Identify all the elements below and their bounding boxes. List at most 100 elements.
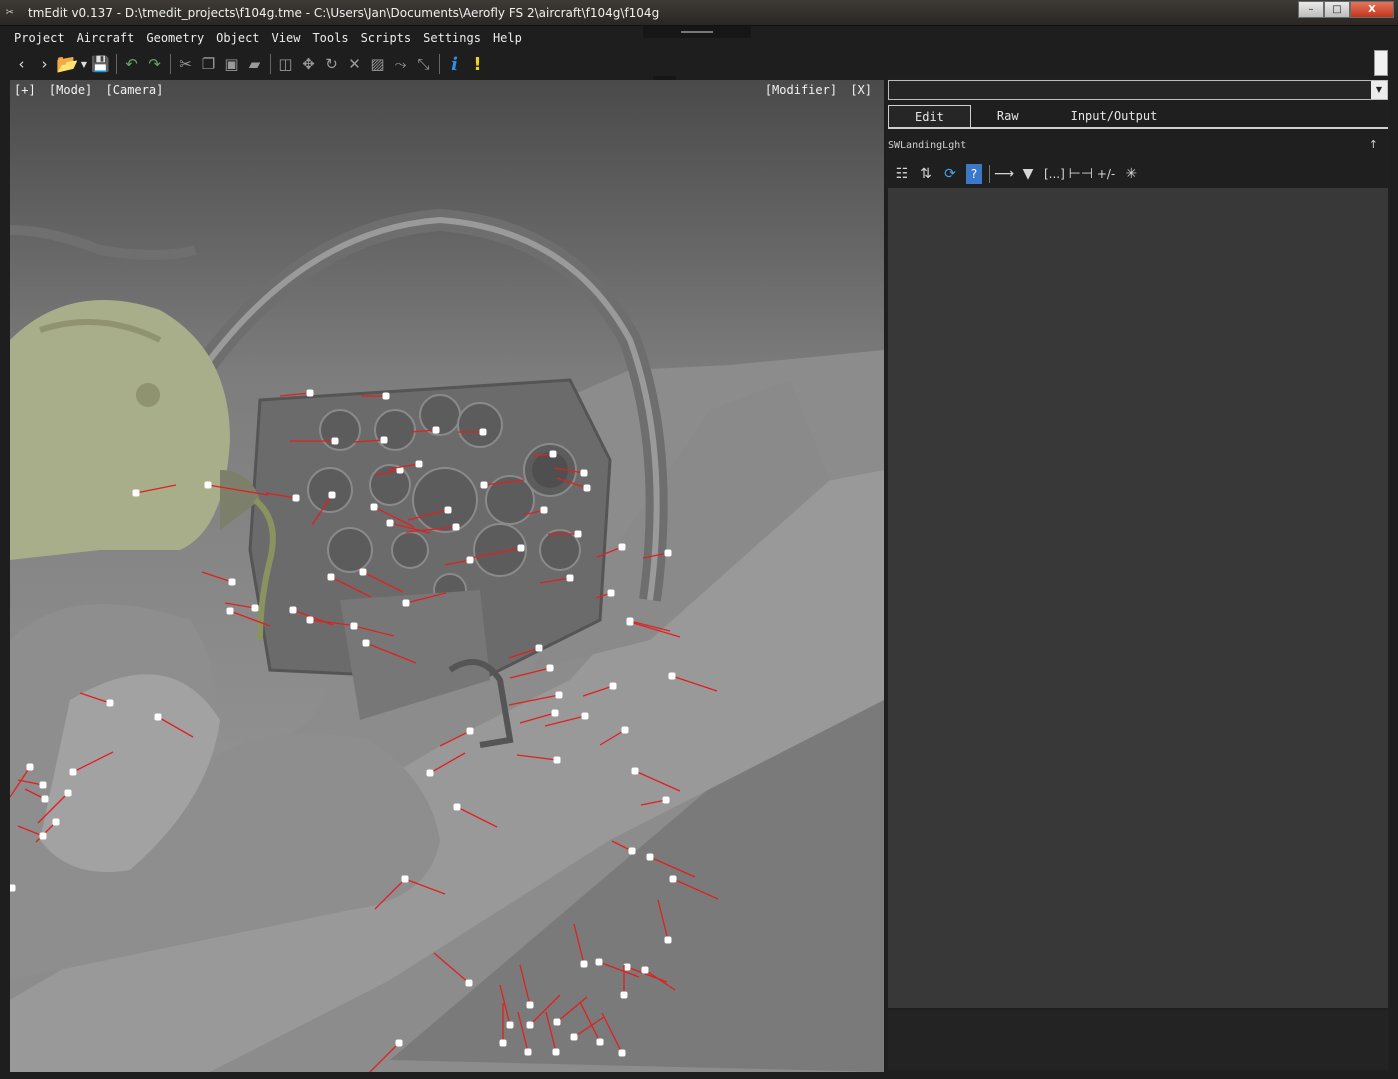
control-point-handle[interactable] xyxy=(596,1038,604,1046)
control-point-handle[interactable] xyxy=(526,1001,534,1009)
back-button[interactable]: ‹ xyxy=(10,52,33,76)
menu-geometry[interactable]: Geometry xyxy=(140,28,210,48)
warning-icon[interactable]: ! xyxy=(466,52,489,76)
tab-edit[interactable]: Edit xyxy=(888,105,971,127)
control-point-handle[interactable] xyxy=(64,789,72,797)
copy-icon[interactable]: ❐ xyxy=(197,52,220,76)
maximize-button[interactable]: □ xyxy=(1324,1,1350,18)
viewport-modifier-button[interactable]: [Modifier] xyxy=(765,83,837,97)
control-point-handle[interactable] xyxy=(452,523,460,531)
control-point-handle[interactable] xyxy=(306,389,314,397)
control-point-handle[interactable] xyxy=(549,450,557,458)
arrow-right-icon[interactable]: ⟶ xyxy=(992,164,1016,184)
control-point-handle[interactable] xyxy=(479,428,487,436)
control-point-handle[interactable] xyxy=(453,803,461,811)
control-point-handle[interactable] xyxy=(382,392,390,400)
minimize-button[interactable]: – xyxy=(1298,1,1324,18)
menu-project[interactable]: Project xyxy=(8,28,71,48)
control-point-handle[interactable] xyxy=(506,1021,514,1029)
control-point-handle[interactable] xyxy=(331,437,339,445)
control-point-handle[interactable] xyxy=(668,672,676,680)
refresh-icon[interactable]: ⟳ xyxy=(938,164,962,184)
chevron-down-icon[interactable]: ▼ xyxy=(1371,81,1387,99)
control-point-handle[interactable] xyxy=(628,847,636,855)
control-point-handle[interactable] xyxy=(535,644,543,652)
control-point-handle[interactable] xyxy=(292,494,300,502)
control-point-handle[interactable] xyxy=(609,682,617,690)
mirror-icon[interactable]: ◫ xyxy=(274,52,297,76)
control-point-handle[interactable] xyxy=(10,884,16,892)
control-point-handle[interactable] xyxy=(132,489,140,497)
control-point-handle[interactable] xyxy=(426,769,434,777)
control-point-handle[interactable] xyxy=(401,875,409,883)
control-point-handle[interactable] xyxy=(570,1033,578,1041)
menu-view[interactable]: View xyxy=(266,28,307,48)
control-point-handle[interactable] xyxy=(540,506,548,514)
object-selector-combo[interactable]: ▼ xyxy=(888,80,1388,100)
viewport-mode-button[interactable]: [Mode] xyxy=(49,83,92,97)
forward-button[interactable]: › xyxy=(33,52,56,76)
control-point-handle[interactable] xyxy=(595,958,603,966)
control-point-handle[interactable] xyxy=(555,691,563,699)
control-point-handle[interactable] xyxy=(526,1021,534,1029)
control-point-handle[interactable] xyxy=(552,1048,560,1056)
control-point-handle[interactable] xyxy=(662,796,670,804)
paste-icon[interactable]: ▣ xyxy=(220,52,243,76)
control-point-handle[interactable] xyxy=(69,768,77,776)
brackets-button[interactable]: [...] xyxy=(1040,164,1069,184)
filter-down-icon[interactable]: ▼ xyxy=(1016,164,1040,184)
move-icon[interactable]: ✥ xyxy=(297,52,320,76)
control-point-handle[interactable] xyxy=(359,568,367,576)
control-point-handle[interactable] xyxy=(226,607,234,615)
menu-tools[interactable]: Tools xyxy=(306,28,354,48)
control-point-handle[interactable] xyxy=(154,713,162,721)
control-point-handle[interactable] xyxy=(204,481,212,489)
control-point-handle[interactable] xyxy=(524,1048,532,1056)
properties-area[interactable] xyxy=(888,188,1388,1008)
control-point-handle[interactable] xyxy=(620,991,628,999)
control-point-handle[interactable] xyxy=(386,519,394,527)
control-point-handle[interactable] xyxy=(39,832,47,840)
menu-scripts[interactable]: Scripts xyxy=(355,28,418,48)
control-point-handle[interactable] xyxy=(664,936,672,944)
control-point-handle[interactable] xyxy=(583,484,591,492)
control-point-handle[interactable] xyxy=(327,573,335,581)
control-point-handle[interactable] xyxy=(395,1039,403,1047)
menu-help[interactable]: Help xyxy=(487,28,528,48)
control-point-handle[interactable] xyxy=(362,639,370,647)
control-point-handle[interactable] xyxy=(499,1039,507,1047)
hatch-icon[interactable]: ▨ xyxy=(366,52,389,76)
control-point-handle[interactable] xyxy=(581,712,589,720)
redo-icon[interactable]: ↷ xyxy=(143,52,166,76)
magic-wand-icon[interactable]: ✳ xyxy=(1119,164,1143,184)
snap-icon[interactable]: ⤳ xyxy=(389,52,412,76)
control-point-handle[interactable] xyxy=(306,616,314,624)
3d-viewport[interactable]: [+] [Mode] [Camera] [Modifier] [X] xyxy=(10,80,884,1072)
cockpit-scene[interactable] xyxy=(10,80,884,1072)
cut-icon[interactable]: ✂ xyxy=(174,52,197,76)
toolbar-scroll-stub[interactable] xyxy=(1374,50,1388,76)
dropdown-arrow-icon[interactable]: ▼ xyxy=(79,52,89,76)
menu-settings[interactable]: Settings xyxy=(417,28,487,48)
control-point-handle[interactable] xyxy=(466,727,474,735)
plus-minus-button[interactable]: +/- xyxy=(1093,164,1119,184)
control-point-handle[interactable] xyxy=(370,503,378,511)
control-point-handle[interactable] xyxy=(432,426,440,434)
control-point-handle[interactable] xyxy=(618,1049,626,1057)
control-point-handle[interactable] xyxy=(444,506,452,514)
sort-icon[interactable]: ⇅ xyxy=(914,164,938,184)
control-point-handle[interactable] xyxy=(551,709,559,717)
control-point-handle[interactable] xyxy=(580,960,588,968)
viewport-camera-button[interactable]: [Camera] xyxy=(106,83,164,97)
control-point-handle[interactable] xyxy=(106,699,114,707)
splitter-grip[interactable] xyxy=(643,26,751,38)
control-point-handle[interactable] xyxy=(517,544,525,552)
control-point-handle[interactable] xyxy=(465,979,473,987)
rotate-icon[interactable]: ↻ xyxy=(320,52,343,76)
control-point-handle[interactable] xyxy=(646,853,654,861)
control-point-handle[interactable] xyxy=(621,726,629,734)
control-point-handle[interactable] xyxy=(566,574,574,582)
control-point-handle[interactable] xyxy=(618,543,626,551)
list-view-icon[interactable]: ☷ xyxy=(890,164,914,184)
help-icon[interactable]: ? xyxy=(966,164,982,184)
